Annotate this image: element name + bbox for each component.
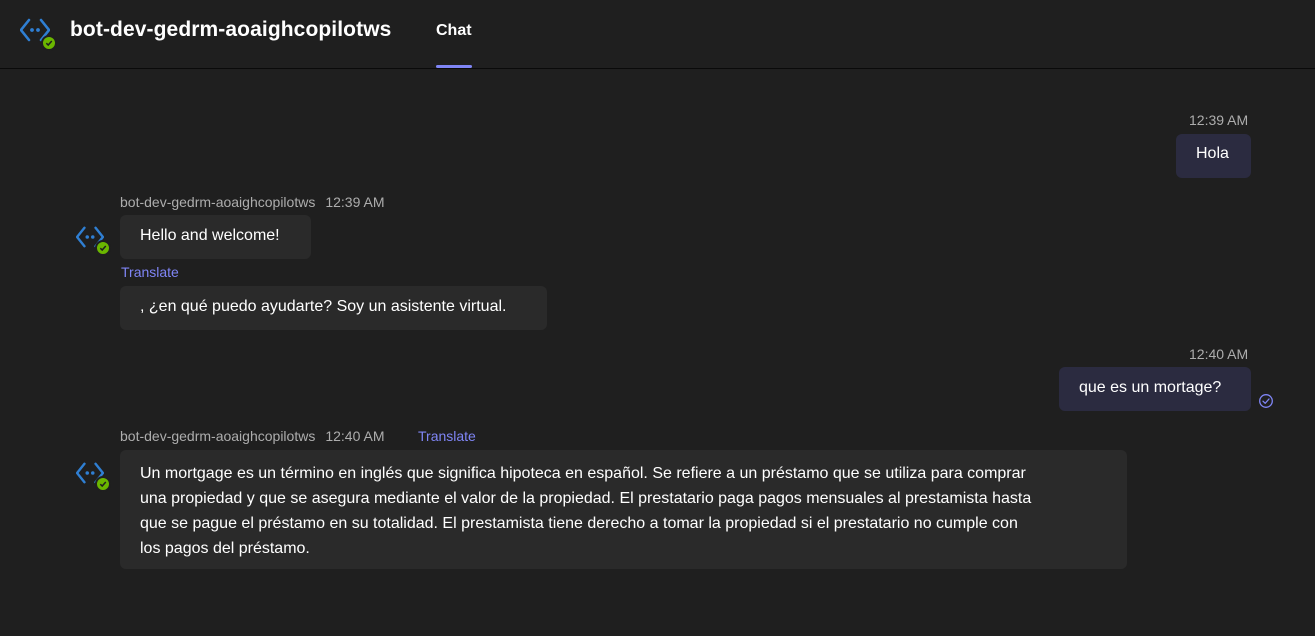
message-line: una propiedad y que se asegura mediante …: [140, 490, 1032, 507]
message-line: los pagos del préstamo.: [140, 540, 310, 557]
user-message-bubble[interactable]: que es un mortage?: [1059, 367, 1251, 411]
check-badge-icon: [95, 476, 111, 492]
tab-chat[interactable]: Chat: [436, 0, 472, 68]
active-tab-indicator: [436, 65, 472, 68]
check-badge-icon: [41, 35, 57, 51]
translate-link[interactable]: Translate: [418, 428, 476, 444]
app-title: bot-dev-gedrm-aoaighcopilotws: [70, 18, 392, 41]
message-timestamp: 12:40 AM: [325, 428, 385, 444]
bot-avatar: [76, 461, 111, 495]
translate-link[interactable]: Translate: [121, 264, 179, 280]
tab-chat-label: Chat: [436, 22, 472, 39]
message-line: que se pague el préstamo en su totalidad…: [140, 515, 1018, 532]
check-badge-icon: [95, 240, 111, 256]
message-timestamp: 12:39 AM: [1189, 112, 1249, 128]
message-meta: bot-dev-gedrm-aoaighcopilotws 12:39 AM: [120, 194, 384, 210]
read-receipt-icon: [1259, 394, 1273, 408]
message-timestamp: 12:39 AM: [325, 194, 385, 210]
user-message-bubble[interactable]: Hola: [1176, 134, 1251, 178]
bot-message-bubble[interactable]: , ¿en qué puedo ayudarte? Soy un asisten…: [120, 286, 547, 330]
bot-avatar: [76, 225, 111, 259]
sender-name: bot-dev-gedrm-aoaighcopilotws: [120, 428, 316, 444]
bot-message-bubble[interactable]: Hello and welcome!: [120, 215, 311, 259]
message-timestamp: 12:40 AM: [1189, 346, 1249, 362]
bot-message-bubble[interactable]: Un mortgage es un término en inglés que …: [120, 450, 1127, 569]
sender-name: bot-dev-gedrm-aoaighcopilotws: [120, 194, 316, 210]
app-header: bot-dev-gedrm-aoaighcopilotws Chat: [0, 0, 1315, 69]
message-line: Un mortgage es un término en inglés que …: [140, 465, 1026, 482]
message-meta: bot-dev-gedrm-aoaighcopilotws 12:40 AM: [120, 428, 384, 444]
bot-icon: [20, 17, 57, 51]
